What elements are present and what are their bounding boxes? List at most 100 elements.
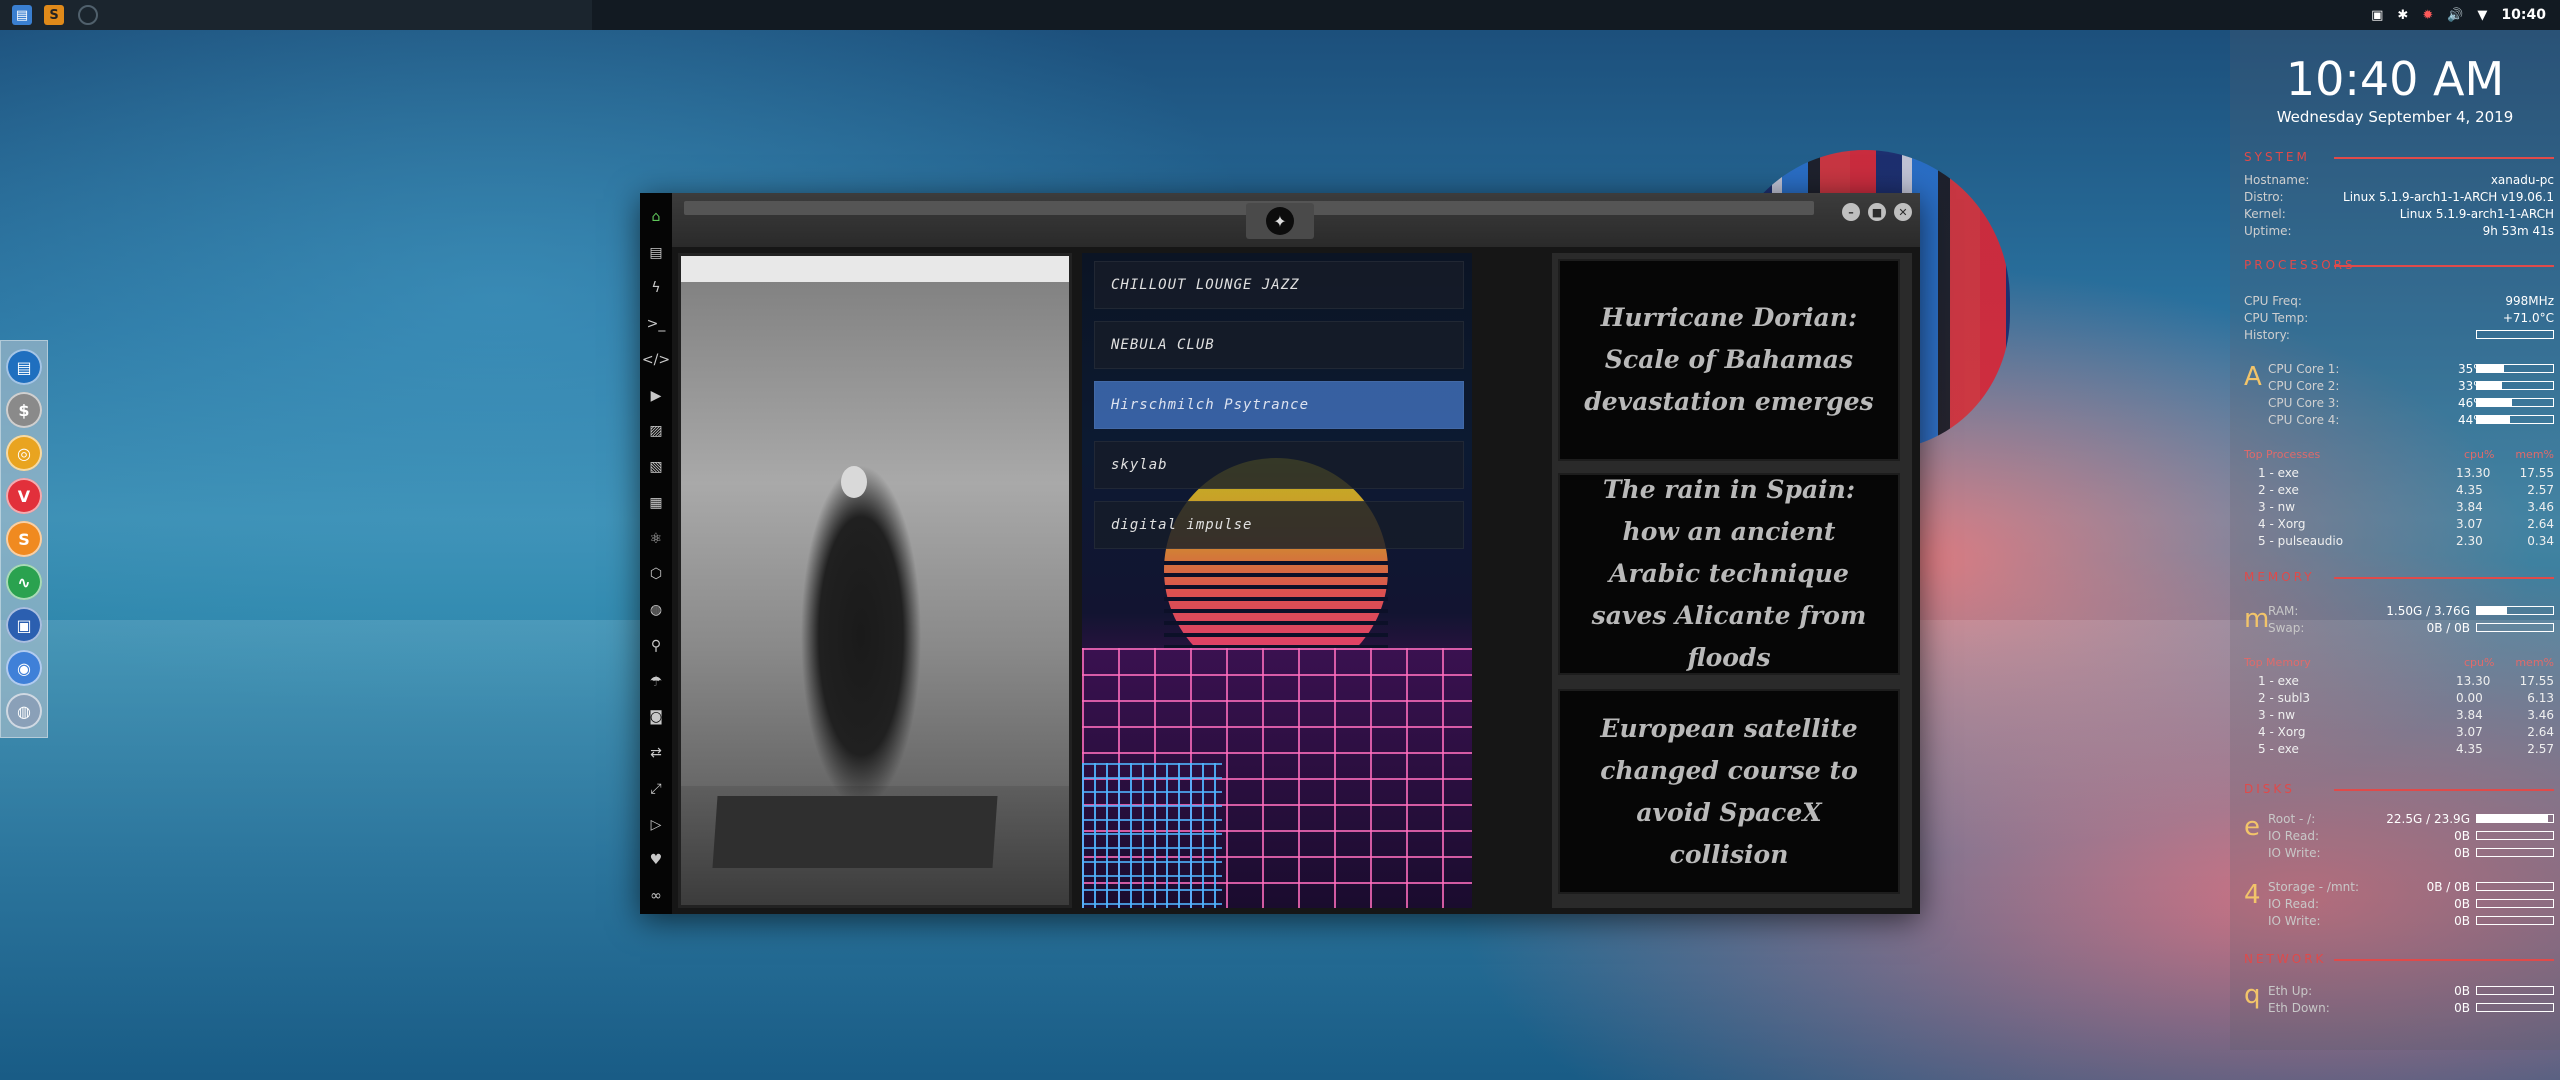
dock-terminal-money-icon[interactable]: $	[6, 392, 42, 428]
hexagon-icon[interactable]: ⬡	[645, 557, 667, 593]
top-process-row: 1 - exe 13.30 17.55	[2244, 466, 2554, 480]
wifi-icon[interactable]: ▼	[2477, 8, 2487, 23]
top-memory-row-mem: 17.55	[2519, 674, 2554, 688]
top-memory-row: 3 - nw 3.84 3.46	[2244, 708, 2554, 722]
station-item[interactable]: NEBULA CLUB	[1094, 321, 1464, 369]
disk-root-letter-icon: e	[2244, 812, 2260, 842]
dock-screenshot-icon[interactable]: ▣	[6, 607, 42, 643]
disk-storage-row-value: 0B	[2454, 897, 2470, 911]
screenshot-tray-icon[interactable]: ▣	[2371, 8, 2383, 23]
news-card[interactable]: Hurricane Dorian: Scale of Bahamas devas…	[1558, 259, 1900, 461]
dock-system-monitor-icon[interactable]: ∿	[6, 564, 42, 600]
photo-figure	[791, 436, 941, 796]
update-indicator-icon[interactable]: ✹	[2422, 8, 2433, 23]
disk-root-row-label: IO Write:	[2268, 846, 2321, 860]
photo-panel[interactable]	[678, 253, 1072, 908]
link-icon[interactable]: ∞	[645, 878, 667, 914]
top-processes-header-col2: cpu%	[2464, 448, 2495, 461]
atom-icon[interactable]: ⚛	[645, 521, 667, 557]
disk-root-row: IO Read: 0B	[2268, 829, 2554, 843]
top-processes-header-col1: Top Processes	[2244, 448, 2321, 461]
code-icon[interactable]: </>	[642, 342, 670, 378]
exchange-icon[interactable]: ⇄	[645, 735, 667, 771]
station-item[interactable]: Hirschmilch Psytrance	[1094, 381, 1464, 429]
cpu-core-row: CPU Core 1: 35%	[2268, 362, 2554, 376]
memory-letter-icon: m	[2244, 604, 2270, 634]
top-memory-row-cpu: 13.30	[2456, 674, 2491, 688]
gallery-icon[interactable]: ▨	[645, 414, 667, 450]
disk-storage-row: IO Write: 0B	[2268, 914, 2554, 928]
bluetooth-icon[interactable]: ✱	[2397, 8, 2408, 23]
heart-icon[interactable]: ♥	[645, 843, 667, 879]
network-row-bar	[2476, 1003, 2554, 1012]
network-section: NETWORK	[2244, 952, 2554, 968]
top-memory-header: Top Memory cpu% mem%	[2244, 656, 2554, 670]
umbrella-icon[interactable]: ☂	[645, 664, 667, 700]
disk-storage-row-value: 0B / 0B	[2426, 880, 2470, 894]
minimize-button[interactable]: –	[1842, 203, 1860, 221]
system-tray: ▣ ✱ ✹ 🔊 ▼ 10:40	[2371, 0, 2560, 30]
dock-sublime-icon[interactable]: S	[6, 521, 42, 557]
cpu-core-bar-fill	[2477, 416, 2511, 423]
news-icon[interactable]: ▦	[645, 485, 667, 521]
cpu-core-label: CPU Core 2:	[2268, 379, 2340, 393]
memory-row-label: Swap:	[2268, 621, 2305, 635]
window-controls: – ■ ✕	[1842, 203, 1912, 221]
memory-row-label: RAM:	[2268, 604, 2299, 618]
volume-icon[interactable]: 🔊	[2447, 8, 2463, 23]
lightning-icon[interactable]: ϟ	[645, 271, 667, 307]
disk-storage-row-bar	[2476, 916, 2554, 925]
photo-figure-head	[841, 466, 867, 498]
youtube-icon[interactable]: ▷	[645, 807, 667, 843]
dock-ubuntu-like-icon[interactable]: ◎	[6, 435, 42, 471]
top-process-row-cpu: 3.84	[2456, 500, 2483, 514]
station-item[interactable]: digital impulse	[1094, 501, 1464, 549]
globe-icon[interactable]: ◍	[645, 592, 667, 628]
cpu-core-row: CPU Core 3: 46%	[2268, 396, 2554, 410]
music-panel: CHILLOUT LOUNGE JAZZ NEBULA CLUB Hirschmil…	[1082, 253, 1472, 908]
memory-section: MEMORY	[2244, 570, 2554, 586]
cpu-freq-label: CPU Freq:	[2244, 294, 2302, 308]
search-icon[interactable]: ⚲	[645, 628, 667, 664]
disk-storage-row-label: Storage - /mnt:	[2268, 880, 2359, 894]
dock-vivaldi-icon[interactable]: V	[6, 478, 42, 514]
play-icon[interactable]: ▶	[645, 378, 667, 414]
dock-chromium-icon[interactable]: ◉	[6, 650, 42, 686]
sublime-app-icon[interactable]: S	[44, 5, 64, 25]
image-icon[interactable]: ▧	[645, 449, 667, 485]
cpu-freq-value: 998MHz	[2505, 294, 2554, 308]
taskbar-clock[interactable]: 10:40	[2501, 7, 2546, 23]
station-item[interactable]: CHILLOUT LOUNGE JAZZ	[1094, 261, 1464, 309]
system-row-value: Linux 5.1.9-arch1-1-ARCH v19.06.1	[2343, 190, 2554, 204]
portrait-icon[interactable]: ◙	[645, 700, 667, 736]
cpu-core-row: CPU Core 2: 33%	[2268, 379, 2554, 393]
top-process-row-mem: 3.46	[2527, 500, 2554, 514]
files-app-icon[interactable]: ▤	[12, 5, 32, 25]
disk-root-row-bar-fill	[2477, 815, 2549, 822]
window-titlebar[interactable]: ✦ – ■ ✕	[672, 193, 1920, 247]
document-icon[interactable]: ▤	[645, 235, 667, 271]
expand-icon[interactable]: ⤢	[645, 771, 667, 807]
top-process-row: 2 - exe 4.35 2.57	[2244, 483, 2554, 497]
rebel-alliance-icon: ✦	[1266, 207, 1294, 235]
cpu-core-bar	[2476, 381, 2554, 390]
top-process-row-mem: 2.57	[2527, 483, 2554, 497]
home-icon[interactable]: ⌂	[645, 199, 667, 235]
news-card[interactable]: The rain in Spain: how an ancient Arabic…	[1558, 473, 1900, 675]
app-logo: ✦	[1246, 203, 1314, 239]
disk-root-row: Root - /: 22.5G / 23.9G	[2268, 812, 2554, 826]
app-sidebar: ⌂ ▤ ϟ >_ </> ▶ ▨ ▧ ▦ ⚛ ⬡ ◍ ⚲ ☂ ◙ ⇄ ⤢ ▷ ♥ ∞	[640, 193, 672, 914]
maximize-button[interactable]: ■	[1868, 203, 1886, 221]
news-card[interactable]: European satellite changed course to avo…	[1558, 689, 1900, 894]
dock-files-icon[interactable]: ▤	[6, 349, 42, 385]
workspace-indicator-icon[interactable]	[78, 5, 98, 25]
terminal-icon[interactable]: >_	[645, 306, 667, 342]
cpu-letter-icon: A	[2244, 362, 2262, 392]
network-row-label: Eth Up:	[2268, 984, 2313, 998]
cpu-core-label: CPU Core 4:	[2268, 413, 2340, 427]
top-memory-header-col1: Top Memory	[2244, 656, 2311, 669]
station-item[interactable]: skylab	[1094, 441, 1464, 489]
cpu-temp-label: CPU Temp:	[2244, 311, 2309, 325]
close-button[interactable]: ✕	[1894, 203, 1912, 221]
dock-network-icon[interactable]: ◍	[6, 693, 42, 729]
